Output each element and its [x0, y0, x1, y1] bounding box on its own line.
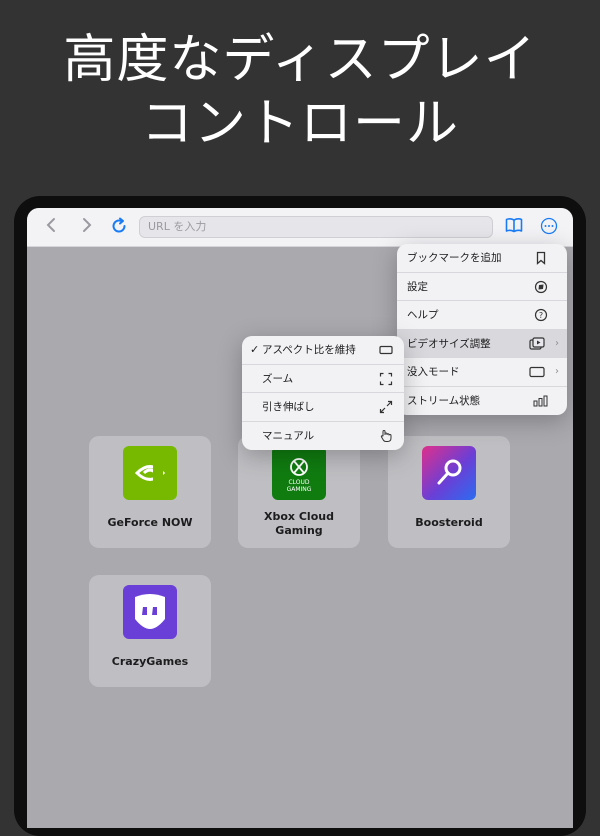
menu-item-stream-status[interactable]: ストリーム状態 [397, 387, 567, 416]
chevron-left-icon [46, 218, 55, 232]
rectangle-icon [529, 358, 545, 386]
tile-geforce-now[interactable]: GeForce NOW [89, 436, 211, 548]
compass-icon [533, 273, 549, 301]
bookmarks-button[interactable] [504, 217, 524, 237]
menu-item-keep-aspect[interactable]: ✓ アスペクト比を維持 [242, 336, 404, 365]
help-icon: ? [533, 301, 549, 329]
menu-item-label: ビデオサイズ調整 [407, 337, 491, 350]
menu-item-zoom[interactable]: ズーム [242, 365, 404, 393]
chevron-right-icon: › [555, 337, 559, 349]
menu-item-label: マニュアル [262, 429, 315, 442]
tile-boosteroid[interactable]: Boosteroid [388, 436, 510, 548]
bars-icon [533, 387, 549, 415]
menu-item-stretch[interactable]: 引き伸ばし [242, 393, 404, 422]
xbox-logo-text1: CLOUD [288, 479, 310, 486]
tile-label: CrazyGames [111, 655, 189, 668]
forward-button[interactable] [77, 217, 97, 237]
checkmark-icon: ✓ [250, 343, 260, 356]
headline-line1: 高度なディスプレイ [63, 30, 537, 90]
url-field[interactable] [139, 216, 493, 238]
tile-crazygames[interactable]: CrazyGames [89, 575, 211, 687]
aspect-icon [378, 336, 394, 364]
main-menu: ブックマークを追加 設定 ヘルプ ? ビデオサイズ調整 › 没入モード › スト… [397, 244, 567, 415]
menu-item-manual[interactable]: マニュアル [242, 422, 404, 451]
tile-label: Boosteroid [415, 516, 483, 529]
menu-item-label: 没入モード [407, 366, 460, 378]
fullscreen-icon [378, 365, 394, 393]
chevron-right-icon [83, 218, 92, 232]
back-button[interactable] [41, 217, 61, 237]
menu-item-label: ヘルプ [407, 309, 439, 321]
bookmark-icon [533, 244, 549, 272]
menu-item-label: ストリーム状態 [407, 394, 481, 407]
menu-item-label: ブックマークを追加 [407, 252, 502, 264]
menu-item-settings[interactable]: 設定 [397, 273, 567, 301]
tile-label: GeForce NOW [107, 516, 193, 529]
menu-item-label: 引き伸ばし [262, 401, 315, 413]
xbox-logo-icon: CLOUD GAMING [272, 446, 326, 500]
video-icon [529, 330, 545, 358]
browser-screen: GeForce NOW CLOUD GAMING Xbox Cloud Gami… [27, 208, 573, 828]
chevron-right-icon: › [555, 366, 559, 377]
xbox-logo-text2: GAMING [286, 486, 312, 493]
headline: 高度なディスプレイ コントロール [0, 28, 600, 156]
menu-item-label: ズーム [262, 372, 294, 385]
browser-toolbar [27, 208, 573, 247]
hand-icon [378, 422, 394, 450]
url-input[interactable] [148, 220, 492, 233]
video-size-submenu: ✓ アスペクト比を維持 ズーム 引き伸ばし マニュアル [242, 336, 404, 450]
menu-item-label: アスペクト比を維持 [262, 344, 356, 356]
svg-text:?: ? [539, 311, 543, 320]
book-icon [505, 218, 523, 233]
menu-item-video-size[interactable]: ビデオサイズ調整 › [397, 329, 567, 358]
menu-item-help[interactable]: ヘルプ ? [397, 301, 567, 330]
more-button[interactable] [539, 217, 559, 237]
reload-button[interactable] [109, 217, 129, 237]
tile-label: Xbox Cloud Gaming [242, 510, 356, 538]
crazygames-logo-icon [123, 585, 177, 639]
boosteroid-logo-icon [422, 446, 476, 500]
more-icon [540, 217, 558, 235]
menu-item-immersive-mode[interactable]: 没入モード › [397, 358, 567, 387]
tile-label-line2: Gaming [275, 524, 323, 537]
tile-label-line1: Xbox Cloud [264, 510, 334, 523]
tile-xbox-cloud-gaming[interactable]: CLOUD GAMING Xbox Cloud Gaming [238, 436, 360, 548]
menu-item-label: 設定 [407, 280, 428, 293]
reload-icon [112, 217, 126, 233]
headline-line2: コントロール [140, 94, 459, 154]
nvidia-logo-icon [123, 446, 177, 500]
stretch-icon [378, 393, 394, 421]
menu-item-add-bookmark[interactable]: ブックマークを追加 [397, 244, 567, 273]
